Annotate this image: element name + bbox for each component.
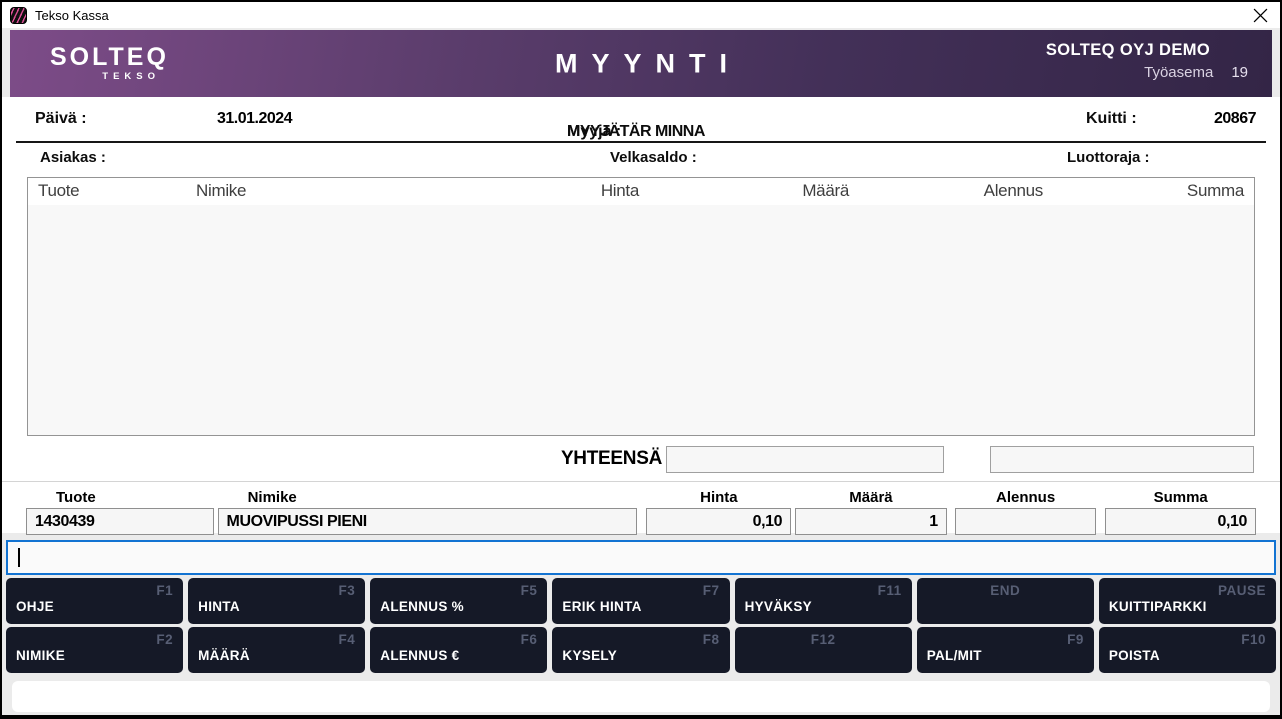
fkey-end[interactable]: END bbox=[917, 578, 1094, 624]
total-amount-box bbox=[666, 446, 944, 473]
seller-value: MYYJÄTÄR MINNA bbox=[567, 123, 705, 141]
logo-sub-text: TEKSO bbox=[50, 71, 160, 82]
fkey-hyvaksy[interactable]: F11HYVÄKSY bbox=[735, 578, 912, 624]
maara-field[interactable] bbox=[795, 508, 947, 535]
fkey-maara[interactable]: F4MÄÄRÄ bbox=[188, 627, 365, 673]
entry-divider bbox=[2, 481, 1280, 482]
store-info: SOLTEQ OYJ DEMO Työasema 19 bbox=[1008, 41, 1248, 81]
screen-title: MYYNTI bbox=[541, 48, 741, 79]
app-header: SOLTEQ TEKSO MYYNTI SOLTEQ OYJ DEMO Työa… bbox=[10, 30, 1272, 97]
summa-field[interactable] bbox=[1105, 508, 1256, 535]
sale-table-header: Tuote Nimike Hinta Määrä Alennus Summa bbox=[28, 178, 1254, 205]
secondary-total-box bbox=[990, 446, 1254, 473]
receipt-label: Kuitti : bbox=[1086, 110, 1137, 128]
receipt-number: 20867 bbox=[1214, 110, 1256, 128]
command-input-wrap bbox=[6, 540, 1276, 575]
column-header-tuote: Tuote bbox=[38, 181, 196, 201]
fkey-erik-hinta[interactable]: F7ERIK HINTA bbox=[552, 578, 729, 624]
workstation-number: 19 bbox=[1231, 64, 1248, 81]
date-value: 31.01.2024 bbox=[217, 110, 292, 128]
command-input[interactable] bbox=[6, 540, 1276, 575]
hinta-field[interactable] bbox=[646, 508, 791, 535]
fkey-kuittiparkki[interactable]: PAUSEKUITTIPARKKI bbox=[1099, 578, 1276, 624]
title-bar: Tekso Kassa bbox=[2, 2, 1280, 28]
text-caret bbox=[18, 548, 20, 567]
fkey-alennus-prosentti[interactable]: F5ALENNUS % bbox=[370, 578, 547, 624]
column-header-nimike: Nimike bbox=[196, 181, 479, 201]
column-header-maara: Määrä bbox=[639, 181, 849, 201]
fkey-alennus-euro[interactable]: F6ALENNUS € bbox=[370, 627, 547, 673]
totals-row: YHTEENSÄ bbox=[2, 445, 1254, 473]
tekso-kassa-window: Tekso Kassa SOLTEQ TEKSO MYYNTI SOLTEQ O… bbox=[0, 0, 1282, 719]
fkey-kysely[interactable]: F8KYSELY bbox=[552, 627, 729, 673]
company-name: SOLTEQ OYJ DEMO bbox=[1008, 41, 1248, 60]
close-button[interactable] bbox=[1250, 5, 1270, 25]
workstation-row: Työasema 19 bbox=[1008, 64, 1248, 81]
window-title: Tekso Kassa bbox=[35, 8, 109, 23]
entry-label-tuote: Tuote bbox=[26, 489, 214, 506]
customer-info-row: Asiakas : Velkasaldo : Luottoraja : bbox=[2, 143, 1280, 174]
fkey-poista[interactable]: F10POISTA bbox=[1099, 627, 1276, 673]
column-header-hinta: Hinta bbox=[479, 181, 639, 201]
entry-label-maara: Määrä bbox=[795, 489, 947, 506]
column-header-alennus: Alennus bbox=[849, 181, 1043, 201]
debt-label: Velkasaldo : bbox=[610, 149, 697, 166]
solteq-logo: SOLTEQ TEKSO bbox=[50, 44, 160, 82]
entry-label-nimike: Nimike bbox=[218, 489, 638, 506]
date-label: Päivä : bbox=[35, 110, 87, 128]
sale-table-body bbox=[28, 205, 1254, 436]
receipt-info-row: Päivä : 31.01.2024 Myyjä : MYYJÄTÄR MINN… bbox=[2, 97, 1280, 141]
totals-label: YHTEENSÄ bbox=[561, 448, 662, 470]
customer-label: Asiakas : bbox=[40, 149, 106, 166]
sale-lines-table: Tuote Nimike Hinta Määrä Alennus Summa bbox=[27, 177, 1255, 436]
status-bar bbox=[12, 681, 1270, 712]
function-key-grid: F1OHJE F3HINTA F5ALENNUS % F7ERIK HINTA … bbox=[6, 578, 1276, 673]
entry-label-hinta: Hinta bbox=[647, 489, 792, 506]
entry-label-summa: Summa bbox=[1105, 489, 1256, 506]
fkey-f12[interactable]: F12 bbox=[735, 627, 912, 673]
alennus-field[interactable] bbox=[955, 508, 1097, 535]
fkey-pal-mit[interactable]: F9PAL/MIT bbox=[917, 627, 1094, 673]
entry-label-alennus: Alennus bbox=[955, 489, 1097, 506]
nimike-field[interactable] bbox=[218, 508, 638, 535]
entry-labels-row: Tuote Nimike Hinta Määrä Alennus Summa bbox=[26, 489, 1256, 506]
fkey-ohje[interactable]: F1OHJE bbox=[6, 578, 183, 624]
column-header-summa: Summa bbox=[1043, 181, 1244, 201]
sale-content: Päivä : 31.01.2024 Myyjä : MYYJÄTÄR MINN… bbox=[2, 97, 1280, 533]
fkey-nimike[interactable]: F2NIMIKE bbox=[6, 627, 183, 673]
line-entry-section: Tuote Nimike Hinta Määrä Alennus Summa bbox=[26, 489, 1256, 535]
workstation-label: Työasema bbox=[1144, 64, 1213, 81]
entry-fields-row bbox=[26, 508, 1256, 535]
fkey-hinta[interactable]: F3HINTA bbox=[188, 578, 365, 624]
tuote-field[interactable] bbox=[26, 508, 214, 535]
close-icon bbox=[1253, 8, 1268, 23]
logo-main-text: SOLTEQ bbox=[50, 44, 160, 70]
app-icon bbox=[10, 7, 27, 24]
credit-label: Luottoraja : bbox=[1067, 149, 1150, 166]
